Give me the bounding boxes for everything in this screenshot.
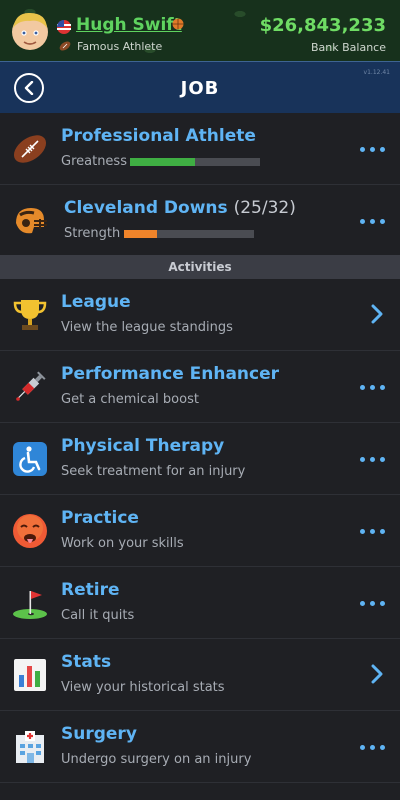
- more-options-button[interactable]: [360, 521, 386, 541]
- activity-title: Stats: [61, 652, 112, 672]
- greatness-bar-fill: [130, 158, 195, 166]
- activities-section-header: Activities: [0, 255, 400, 279]
- activity-subtitle: Work on your skills: [61, 536, 184, 551]
- job-row[interactable]: Professional Athlete Greatness: [0, 113, 400, 185]
- character-name[interactable]: Hugh Swift: [76, 15, 182, 35]
- team-rank: (25/32): [233, 198, 296, 218]
- basketball-icon: [172, 18, 184, 30]
- activity-title: Physical Therapy: [61, 436, 225, 456]
- top-bar: Hugh Swift Famous Athlete $26,843,233 Ba…: [0, 0, 400, 61]
- team-name: Cleveland Downs: [64, 198, 228, 218]
- activity-row-physical-therapy[interactable]: Physical Therapy Seek treatment for an i…: [0, 423, 400, 495]
- greatness-bar: [130, 158, 260, 166]
- us-flag-icon: [57, 20, 71, 34]
- wheelchair-icon: [13, 442, 47, 476]
- activity-row-performance-enhancer[interactable]: Performance Enhancer Get a chemical boos…: [0, 351, 400, 423]
- activity-row-retire[interactable]: Retire Call it quits: [0, 567, 400, 639]
- avatar[interactable]: [10, 10, 50, 54]
- activity-row-stats[interactable]: Stats View your historical stats: [0, 639, 400, 711]
- version-label: v1.12.41: [363, 69, 390, 76]
- activity-subtitle: Seek treatment for an injury: [61, 464, 246, 479]
- activity-subtitle: Call it quits: [61, 608, 135, 623]
- activity-title: Practice: [61, 508, 139, 528]
- activity-subtitle: Get a chemical boost: [61, 392, 199, 407]
- job-stat-label: Greatness: [61, 154, 127, 169]
- bank-balance-label: Bank Balance: [311, 41, 386, 54]
- activity-title: Performance Enhancer: [61, 364, 280, 384]
- page-title: JOB: [180, 78, 220, 99]
- chevron-right-icon[interactable]: [370, 303, 384, 325]
- team-row[interactable]: Cleveland Downs (25/32) Strength: [0, 185, 400, 257]
- trophy-icon: [13, 300, 47, 330]
- activity-subtitle: View your historical stats: [61, 680, 225, 695]
- activity-row-league[interactable]: League View the league standings: [0, 279, 400, 351]
- activity-row-practice[interactable]: Practice Work on your skills: [0, 495, 400, 567]
- activity-subtitle: View the league standings: [61, 320, 233, 335]
- more-options-button[interactable]: [360, 737, 386, 757]
- more-options-button[interactable]: [360, 593, 386, 613]
- chevron-right-icon[interactable]: [370, 663, 384, 685]
- team-title: Cleveland Downs (25/32): [64, 198, 296, 218]
- team-stat-label: Strength: [64, 226, 121, 241]
- golf-flag-icon: [13, 591, 47, 619]
- bar-chart-icon: [14, 659, 46, 691]
- more-options-button[interactable]: [360, 139, 386, 159]
- more-options-button[interactable]: [360, 377, 386, 397]
- hospital-icon: [16, 731, 44, 763]
- job-title: Professional Athlete: [61, 126, 256, 146]
- strength-bar-fill: [124, 230, 157, 238]
- nav-bar: JOB v1.12.41: [0, 61, 400, 113]
- hot-face-icon: [13, 514, 47, 548]
- more-options-button[interactable]: [360, 449, 386, 469]
- bank-balance[interactable]: $26,843,233: [260, 15, 386, 36]
- activity-title: Retire: [61, 580, 120, 600]
- activity-title: League: [61, 292, 131, 312]
- football-icon: [59, 41, 71, 51]
- activity-row-surgery[interactable]: Surgery Undergo surgery on an injury: [0, 711, 400, 783]
- football-helmet-icon: [16, 208, 47, 234]
- activity-subtitle: Undergo surgery on an injury: [61, 752, 252, 767]
- strength-bar: [124, 230, 254, 238]
- character-occupation: Famous Athlete: [77, 40, 163, 53]
- activity-title: Surgery: [61, 724, 137, 744]
- syringe-icon: [16, 371, 46, 401]
- more-options-button[interactable]: [360, 211, 386, 231]
- football-icon: [13, 135, 47, 163]
